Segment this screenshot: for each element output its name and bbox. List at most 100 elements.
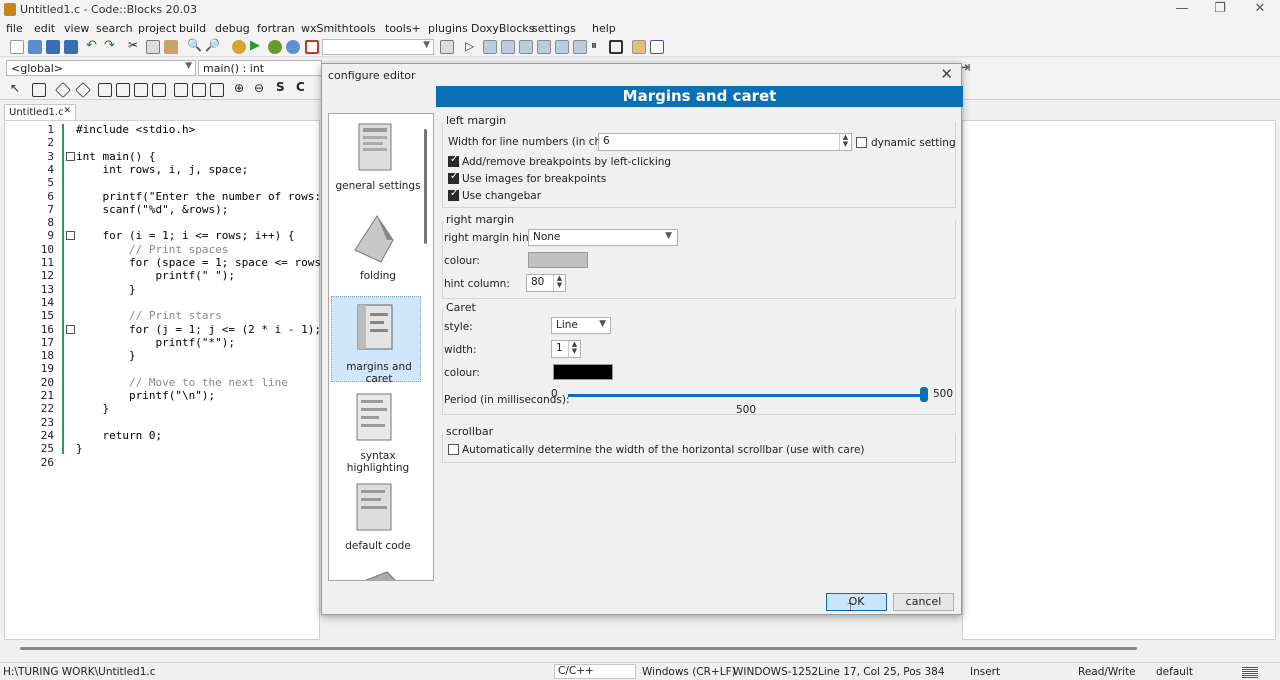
category-default-code[interactable]: default code	[331, 476, 421, 562]
menu-project[interactable]: project	[138, 22, 176, 35]
menu-file[interactable]: file	[6, 22, 23, 35]
width-spin-icon[interactable]: ▲ ▼	[839, 134, 851, 150]
category-syntax-highlighting[interactable]: syntax highlighting	[331, 386, 421, 474]
menu-tools-plus[interactable]: tools+	[385, 22, 421, 35]
caret-width-spin-icon[interactable]: ▲ ▼	[568, 341, 580, 357]
caret-colour-swatch[interactable]	[553, 364, 613, 380]
step-into-icon[interactable]	[519, 40, 533, 54]
build-run-icon[interactable]	[268, 40, 282, 54]
zoom-out-icon[interactable]: ⊖	[254, 81, 268, 95]
replace-icon[interactable]: 🔎	[205, 38, 220, 52]
next-line-icon[interactable]	[501, 40, 515, 54]
category-margins-and-caret[interactable]: margins and caret	[331, 296, 421, 385]
step-out-icon[interactable]	[537, 40, 551, 54]
dialog-close-icon[interactable]: ✕	[940, 65, 953, 83]
break-icon[interactable]	[174, 83, 188, 97]
decision-else-icon[interactable]	[75, 82, 91, 98]
return-icon[interactable]	[210, 83, 224, 97]
status-encoding: WINDOWS-1252	[733, 666, 819, 678]
decision-icon[interactable]	[55, 82, 71, 98]
debug-continue-icon[interactable]: ▷	[465, 39, 479, 53]
width-line-numbers-input[interactable]: 6 ▲ ▼	[598, 133, 852, 151]
open-file-icon[interactable]	[28, 40, 42, 54]
menu-plugins[interactable]: plugins	[428, 22, 468, 35]
run-icon[interactable]: ▶	[250, 38, 264, 53]
horizontal-scrollbar[interactable]	[20, 647, 1137, 650]
close-tab-icon[interactable]: ✕	[63, 106, 71, 116]
run-to-cursor-icon[interactable]	[483, 40, 497, 54]
right-margin-colour-swatch[interactable]	[528, 252, 588, 268]
ok-button[interactable]: OK	[826, 593, 887, 611]
caret-style-select[interactable]: Line ▼	[551, 317, 611, 334]
undo-icon[interactable]: ↶	[86, 38, 100, 53]
right-margin-hint-select[interactable]: None ▼	[528, 229, 678, 246]
dynamic-setting-checkbox[interactable]	[856, 137, 867, 148]
menu-help[interactable]: help	[592, 22, 616, 35]
cancel-button[interactable]: cancel	[893, 593, 954, 611]
break-debugger-icon[interactable]: ⏸	[591, 38, 605, 52]
menu-doxyblocks[interactable]: DoxyBlocks	[471, 22, 534, 35]
pointer-icon[interactable]: ↖	[10, 81, 24, 95]
menu-fortran[interactable]: fortran	[257, 22, 295, 35]
show-target-icon[interactable]	[440, 40, 454, 54]
minimize-icon[interactable]: —	[1168, 1, 1196, 19]
next-instruction-icon[interactable]	[555, 40, 569, 54]
zoom-in-icon[interactable]: ⊕	[234, 81, 248, 95]
save-icon[interactable]	[46, 40, 60, 54]
category-partial-item[interactable]	[331, 566, 421, 580]
continue-icon[interactable]	[192, 83, 206, 97]
menu-view[interactable]: view	[64, 22, 89, 35]
category-list[interactable]: general settings folding margins and car…	[328, 113, 434, 581]
status-language[interactable]: C/C++	[554, 664, 636, 679]
new-file-icon[interactable]	[10, 40, 24, 54]
scope-select[interactable]: <global> ▼	[6, 60, 196, 76]
counting-loop-icon[interactable]	[134, 83, 148, 97]
entry-loop-icon[interactable]	[98, 83, 112, 97]
menu-tools[interactable]: tools	[349, 22, 376, 35]
block-icon[interactable]	[152, 83, 166, 97]
build-icon[interactable]	[232, 40, 246, 54]
comment-toggle-icon[interactable]: C	[296, 80, 310, 94]
function-select[interactable]: main() : int	[198, 60, 322, 76]
auto-scrollbar-width-checkbox[interactable]	[448, 444, 459, 455]
breakpoint-images-checkbox[interactable]	[448, 171, 459, 184]
redo-icon[interactable]: ↷	[104, 38, 118, 53]
category-folding[interactable]: folding	[331, 206, 421, 292]
category-general-settings[interactable]: general settings	[331, 116, 421, 202]
find-icon[interactable]: 🔍	[187, 38, 202, 52]
caret-width-input[interactable]: 1 ▲ ▼	[551, 340, 581, 358]
instruction-icon[interactable]	[32, 83, 46, 97]
tab-untitled1[interactable]: Untitled1.c ✕	[4, 104, 76, 120]
menu-search[interactable]: search	[96, 22, 133, 35]
exit-loop-icon[interactable]	[116, 83, 130, 97]
menu-build[interactable]: build	[179, 22, 206, 35]
source-toggle-icon[interactable]: S	[276, 80, 290, 94]
fold-marker-icon[interactable]	[66, 231, 75, 241]
paste-icon[interactable]	[164, 40, 178, 54]
caret-period-slider-thumb[interactable]	[920, 387, 928, 402]
menu-wxsmith[interactable]: wxSmith	[301, 22, 349, 35]
category-list-scrollbar[interactable]	[424, 129, 427, 244]
debug-windows-icon[interactable]	[632, 40, 646, 54]
save-all-icon[interactable]	[64, 40, 78, 54]
menu-settings[interactable]: settings	[532, 22, 576, 35]
fold-marker-icon[interactable]	[66, 151, 75, 161]
cut-icon[interactable]: ✂	[128, 38, 142, 52]
rebuild-icon[interactable]	[286, 40, 300, 54]
stop-debugger-icon[interactable]	[609, 40, 623, 54]
menu-edit[interactable]: edit	[34, 22, 55, 35]
changebar-checkbox[interactable]	[448, 188, 459, 201]
copy-icon[interactable]	[146, 40, 160, 54]
build-target-select[interactable]: ▼	[322, 39, 434, 55]
maximize-icon[interactable]: ❐	[1206, 1, 1234, 19]
debug-info-icon[interactable]	[650, 40, 664, 54]
line-number: 8	[47, 216, 54, 230]
step-into-instruction-icon[interactable]	[573, 40, 587, 54]
hint-column-input[interactable]: 80 ▲ ▼	[526, 274, 566, 292]
hint-column-spin-icon[interactable]: ▲ ▼	[553, 275, 565, 291]
close-icon[interactable]: ✕	[1246, 1, 1274, 19]
fold-marker-icon[interactable]	[66, 324, 75, 334]
abort-icon[interactable]	[305, 40, 319, 54]
breakpoints-click-checkbox[interactable]	[448, 154, 459, 167]
menu-debug[interactable]: debug	[215, 22, 250, 35]
